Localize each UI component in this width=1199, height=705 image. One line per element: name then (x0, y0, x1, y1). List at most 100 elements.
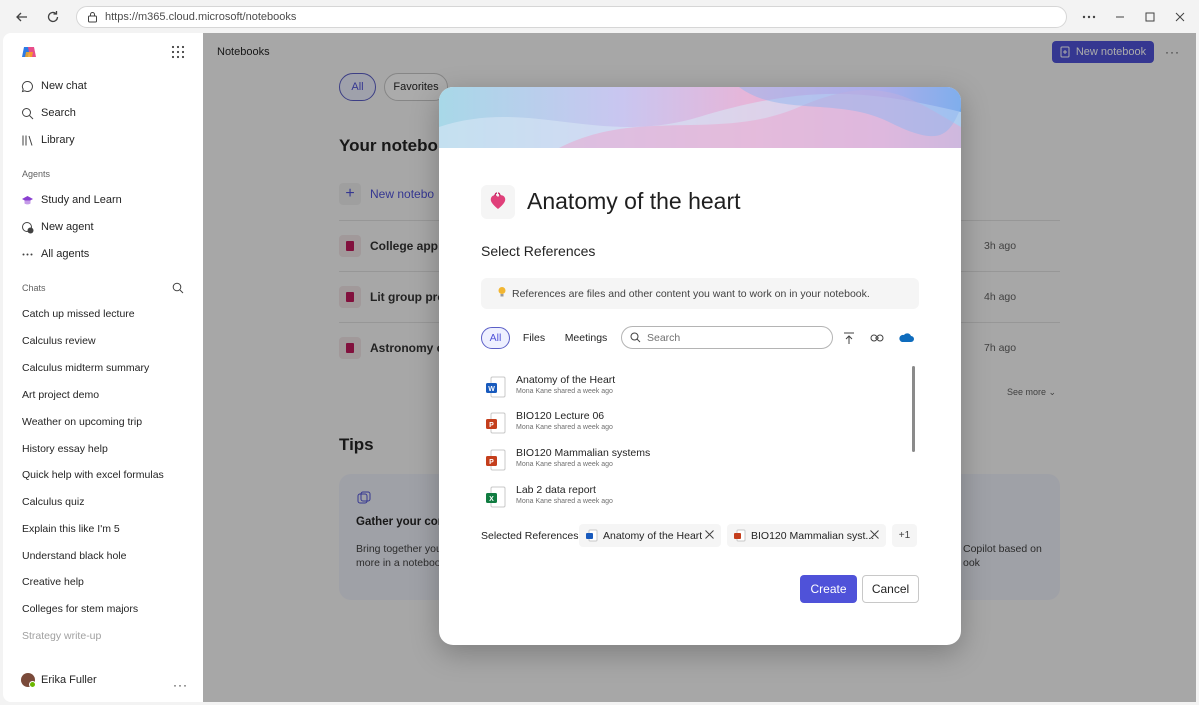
new-agent-nav[interactable]: New agent (21, 217, 94, 237)
study-agent-icon (22, 195, 33, 204)
heart-icon (481, 185, 515, 219)
chats-search-icon[interactable] (172, 282, 184, 297)
search-label: Search (41, 107, 76, 119)
file-shared-by: Mona Kane shared a week ago (516, 461, 613, 468)
search-placeholder: Search (647, 331, 681, 344)
search-icon (22, 107, 34, 119)
chat-item[interactable]: Catch up missed lecture (22, 308, 135, 320)
back-icon[interactable] (13, 8, 31, 26)
new-agent-icon (22, 221, 34, 233)
link-icon[interactable] (869, 330, 885, 346)
file-shared-by: Mona Kane shared a week ago (516, 424, 613, 431)
info-banner: References are files and other content y… (481, 278, 919, 309)
new-chat-nav[interactable]: New chat (21, 76, 87, 96)
cancel-button[interactable]: Cancel (862, 575, 919, 603)
file-item[interactable]: W Anatomy of the Heart Mona Kane shared … (485, 372, 865, 402)
chats-heading: Chats (22, 283, 46, 293)
app-launcher-icon[interactable] (171, 45, 187, 61)
dialog-banner (439, 87, 961, 148)
file-name: Anatomy of the Heart (516, 374, 616, 386)
selected-chip: Anatomy of the Heart (579, 524, 721, 547)
file-item[interactable]: P BIO120 Lecture 06 Mona Kane shared a w… (485, 408, 865, 438)
library-icon (22, 135, 33, 146)
library-label: Library (41, 134, 75, 146)
word-file-icon: W (485, 376, 507, 401)
lock-icon (87, 11, 98, 26)
selected-chip: BIO120 Mammalian syst... (727, 524, 886, 547)
chat-icon (21, 80, 33, 92)
agents-heading: Agents (22, 169, 51, 179)
browser-more-icon[interactable] (1081, 9, 1097, 25)
more-icon (22, 253, 33, 255)
create-notebook-dialog: Anatomy of the heart Select References R… (439, 87, 961, 645)
remove-chip-icon[interactable] (704, 529, 715, 543)
word-file-icon (586, 529, 598, 542)
create-button[interactable]: Create (800, 575, 857, 603)
search-input[interactable]: Search (621, 326, 833, 349)
search-nav[interactable]: Search (21, 103, 76, 123)
chat-item[interactable]: Art project demo (22, 389, 99, 401)
file-name: BIO120 Mammalian systems (516, 447, 651, 459)
study-and-learn-label: Study and Learn (41, 194, 122, 206)
svg-text:W: W (488, 386, 495, 393)
powerpoint-file-icon: P (485, 412, 507, 437)
file-item[interactable]: X Lab 2 data report Mona Kane shared a w… (485, 482, 865, 512)
file-item[interactable]: P BIO120 Mammalian systems Mona Kane sha… (485, 445, 865, 475)
chat-item[interactable]: Creative help (22, 576, 84, 588)
library-nav[interactable]: Library (21, 130, 75, 150)
dialog-subtitle: Select References (481, 243, 596, 259)
chat-item[interactable]: Understand black hole (22, 550, 126, 562)
maximize-icon[interactable] (1142, 9, 1158, 25)
chat-item[interactable]: Quick help with excel formulas (22, 469, 164, 481)
user-profile[interactable]: Erika Fuller (21, 673, 97, 688)
chat-item[interactable]: Colleges for stem majors (22, 603, 138, 615)
chat-item[interactable]: Explain this like I'm 5 (22, 523, 120, 535)
browser-toolbar: https://m365.cloud.microsoft/notebooks (0, 0, 1199, 33)
chip-label: BIO120 Mammalian syst... (751, 529, 875, 542)
all-agents-nav[interactable]: All agents (21, 244, 89, 264)
chat-item[interactable]: Strategy write-up (22, 630, 101, 642)
file-list-scrollbar[interactable] (912, 366, 915, 452)
dialog-title: Anatomy of the heart (527, 188, 741, 214)
copilot-logo-icon[interactable] (21, 44, 37, 63)
file-name: Lab 2 data report (516, 484, 596, 496)
url-text: https://m365.cloud.microsoft/notebooks (105, 11, 297, 23)
info-text: References are files and other content y… (512, 287, 870, 300)
upload-icon[interactable] (841, 330, 857, 346)
file-shared-by: Mona Kane shared a week ago (516, 388, 613, 395)
user-name: Erika Fuller (41, 674, 97, 686)
chip-label: Anatomy of the Heart (603, 529, 703, 542)
svg-text:X: X (489, 496, 494, 503)
chat-item[interactable]: Weather on upcoming trip (22, 416, 142, 428)
chat-item[interactable]: History essay help (22, 443, 108, 455)
avatar (21, 673, 36, 688)
close-icon[interactable] (1172, 9, 1188, 25)
powerpoint-file-icon: P (485, 449, 507, 474)
new-chat-label: New chat (41, 80, 87, 92)
minimize-icon[interactable] (1112, 9, 1128, 25)
remove-chip-icon[interactable] (869, 529, 880, 543)
more-selected-badge[interactable]: +1 (892, 524, 917, 547)
tab-all[interactable]: All (481, 327, 510, 349)
chat-item[interactable]: Calculus midterm summary (22, 362, 149, 374)
refresh-icon[interactable] (44, 8, 62, 26)
study-and-learn-agent[interactable]: Study and Learn (21, 190, 122, 210)
all-agents-label: All agents (41, 248, 90, 260)
tab-files[interactable]: Files (519, 327, 549, 349)
chat-item[interactable]: Calculus quiz (22, 496, 84, 508)
chat-item[interactable]: Calculus review (22, 335, 96, 347)
onedrive-icon[interactable] (898, 330, 914, 346)
new-agent-label: New agent (41, 221, 94, 233)
svg-text:P: P (489, 422, 494, 429)
excel-file-icon: X (485, 486, 507, 511)
file-name: BIO120 Lecture 06 (516, 410, 605, 422)
search-icon (630, 332, 641, 343)
file-shared-by: Mona Kane shared a week ago (516, 498, 613, 505)
sidebar: New chat Search Library Agents Study and… (3, 33, 203, 702)
address-bar[interactable]: https://m365.cloud.microsoft/notebooks (76, 6, 1067, 28)
lightbulb-icon (497, 286, 507, 301)
selected-references-label: Selected References: (481, 530, 582, 542)
user-more-icon[interactable]: ··· (173, 678, 188, 692)
svg-text:P: P (489, 459, 494, 466)
tab-meetings[interactable]: Meetings (562, 327, 610, 349)
